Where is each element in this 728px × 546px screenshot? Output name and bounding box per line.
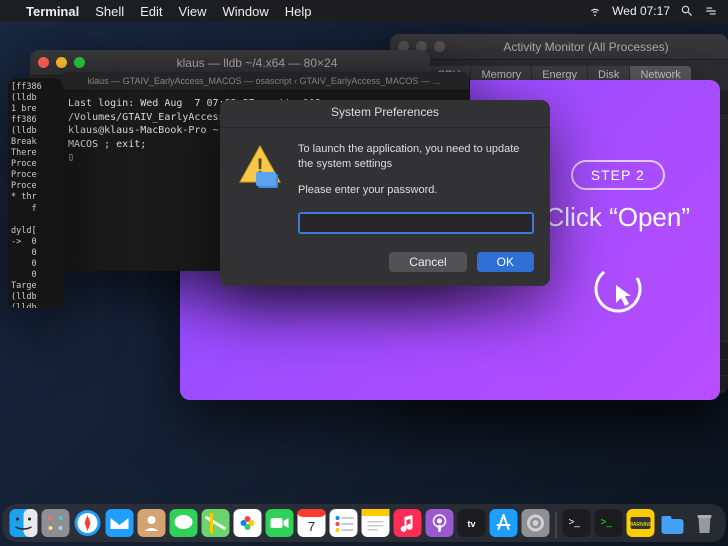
- dock-disk[interactable]: WARNING: [626, 508, 656, 538]
- wifi-icon[interactable]: [588, 4, 602, 18]
- dock-terminal[interactable]: >_: [562, 508, 592, 538]
- lldb-output: [ff386 (lldb 1 bre ff386 (lldb Break The…: [8, 78, 63, 308]
- dock-mail[interactable]: [105, 508, 135, 538]
- dock-downloads[interactable]: [658, 508, 688, 538]
- close-icon[interactable]: [38, 57, 49, 68]
- dock-appstore[interactable]: [489, 508, 519, 538]
- dock-facetime[interactable]: [265, 508, 295, 538]
- svg-text:tv: tv: [467, 519, 475, 529]
- zoom-icon[interactable]: [74, 57, 85, 68]
- menu-window[interactable]: Window: [223, 4, 269, 19]
- ok-button[interactable]: OK: [477, 252, 534, 272]
- minimize-icon[interactable]: [56, 57, 67, 68]
- warning-icon: !: [236, 142, 284, 234]
- menu-shell[interactable]: Shell: [95, 4, 124, 19]
- password-input[interactable]: [298, 212, 534, 234]
- search-icon[interactable]: [680, 4, 694, 18]
- dock-maps[interactable]: [201, 508, 231, 538]
- menu-view[interactable]: View: [179, 4, 207, 19]
- dialog-line1: To launch the application, you need to u…: [298, 142, 534, 173]
- svg-text:WARNING: WARNING: [629, 522, 653, 528]
- dock-launchpad[interactable]: [41, 508, 71, 538]
- dock-photos[interactable]: [233, 508, 263, 538]
- app-name[interactable]: Terminal: [26, 4, 79, 19]
- dialog-title: System Preferences: [220, 100, 550, 128]
- dock-terminal2[interactable]: >_: [594, 508, 624, 538]
- dock-settings[interactable]: [521, 508, 551, 538]
- term-main-tab[interactable]: klaus — GTAIV_EarlyAccess_MACOS — osascr…: [60, 72, 470, 90]
- activity-title: Activity Monitor (All Processes): [452, 40, 720, 54]
- menu-edit[interactable]: Edit: [140, 4, 162, 19]
- menubar: Terminal Shell Edit View Window Help Wed…: [0, 0, 728, 22]
- dialog-line2: Please enter your password.: [298, 183, 534, 198]
- dock-calendar[interactable]: 7: [297, 508, 327, 538]
- dock-music[interactable]: [393, 508, 423, 538]
- clock[interactable]: Wed 07:17: [612, 4, 670, 18]
- dock-messages[interactable]: [169, 508, 199, 538]
- svg-text:7: 7: [308, 519, 315, 534]
- step-badge: STEP 2: [571, 160, 665, 190]
- dock-safari[interactable]: [73, 508, 103, 538]
- cancel-button[interactable]: Cancel: [389, 252, 466, 272]
- password-dialog: System Preferences ! To launch the appli…: [220, 100, 550, 286]
- dock-trash[interactable]: [690, 508, 720, 538]
- dock-tv[interactable]: tv: [457, 508, 487, 538]
- cursor-graphic: [546, 257, 690, 321]
- svg-text:>_: >_: [601, 517, 613, 528]
- dock-separator: [556, 512, 557, 538]
- dock-reminders[interactable]: [329, 508, 359, 538]
- control-center-icon[interactable]: [704, 4, 718, 18]
- term-back-title: klaus — lldb ~/4.x64 — 80×24: [92, 56, 422, 70]
- dock-podcasts[interactable]: [425, 508, 455, 538]
- menu-help[interactable]: Help: [285, 4, 312, 19]
- step-headline: Click “Open”: [546, 202, 690, 233]
- svg-text:>_: >_: [569, 517, 581, 528]
- dock-contacts[interactable]: [137, 508, 167, 538]
- dock-finder[interactable]: [9, 508, 39, 538]
- dock-notes[interactable]: [361, 508, 391, 538]
- dock: 7 tv >_ >_ WARNING: [3, 504, 726, 542]
